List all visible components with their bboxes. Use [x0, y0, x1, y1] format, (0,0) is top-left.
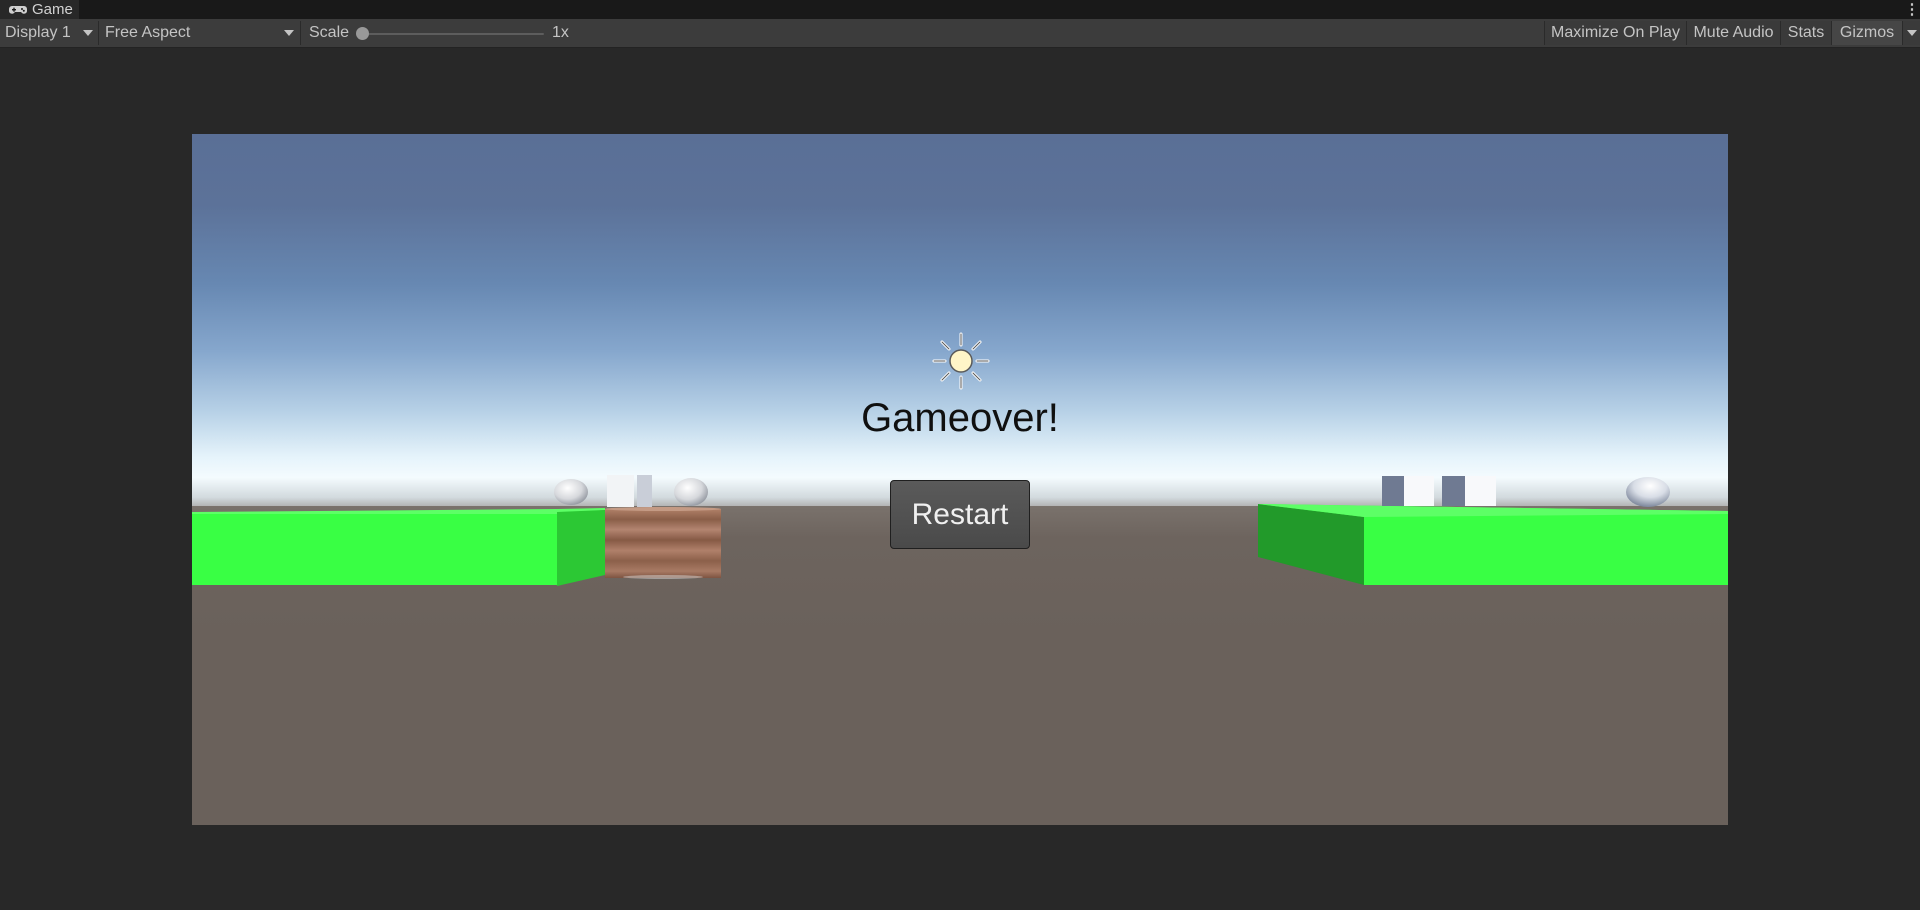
- toolbar-divider: [300, 21, 301, 45]
- right-platform: [1258, 504, 1728, 585]
- gameover-title: Gameover!: [861, 396, 1059, 440]
- tab-menu-icon[interactable]: ⋮: [1905, 0, 1920, 19]
- left-platform-objects: [554, 475, 708, 507]
- game-view-toolbar: Display 1 Free Aspect Scale 1x Maximize …: [0, 19, 1920, 48]
- tab-game[interactable]: Game: [0, 0, 79, 19]
- game-viewport[interactable]: Gameover! Restart: [192, 134, 1728, 825]
- toolbar-divider: [98, 21, 99, 45]
- chevron-down-icon: [83, 30, 93, 36]
- gizmos-toggle[interactable]: Gizmos: [1831, 21, 1902, 45]
- gizmos-dropdown[interactable]: [1902, 21, 1920, 45]
- chevron-down-icon: [284, 30, 294, 36]
- stats-toggle[interactable]: Stats: [1780, 21, 1831, 45]
- scale-slider-thumb[interactable]: [355, 27, 369, 40]
- wooden-barrel: [605, 507, 721, 579]
- scale-label: Scale: [309, 24, 350, 41]
- maximize-on-play-toggle[interactable]: Maximize On Play: [1544, 21, 1686, 45]
- window-tab-bar: Game ⋮: [0, 0, 1920, 19]
- scale-slider-track[interactable]: [362, 33, 544, 35]
- scale-value: 1x: [552, 24, 569, 41]
- left-platform: [192, 508, 605, 586]
- aspect-dropdown[interactable]: Free Aspect: [100, 19, 298, 47]
- chevron-down-icon: [1907, 30, 1917, 36]
- display-dropdown[interactable]: Display 1: [0, 19, 96, 47]
- mute-audio-toggle[interactable]: Mute Audio: [1686, 21, 1780, 45]
- gamepad-icon: [9, 5, 27, 14]
- restart-button[interactable]: Restart: [890, 480, 1030, 549]
- tab-title: Game: [32, 1, 73, 18]
- aspect-dropdown-label: Free Aspect: [105, 24, 191, 41]
- sun-icon: [932, 332, 990, 390]
- display-dropdown-label: Display 1: [5, 24, 71, 41]
- right-platform-objects: [1382, 476, 1670, 507]
